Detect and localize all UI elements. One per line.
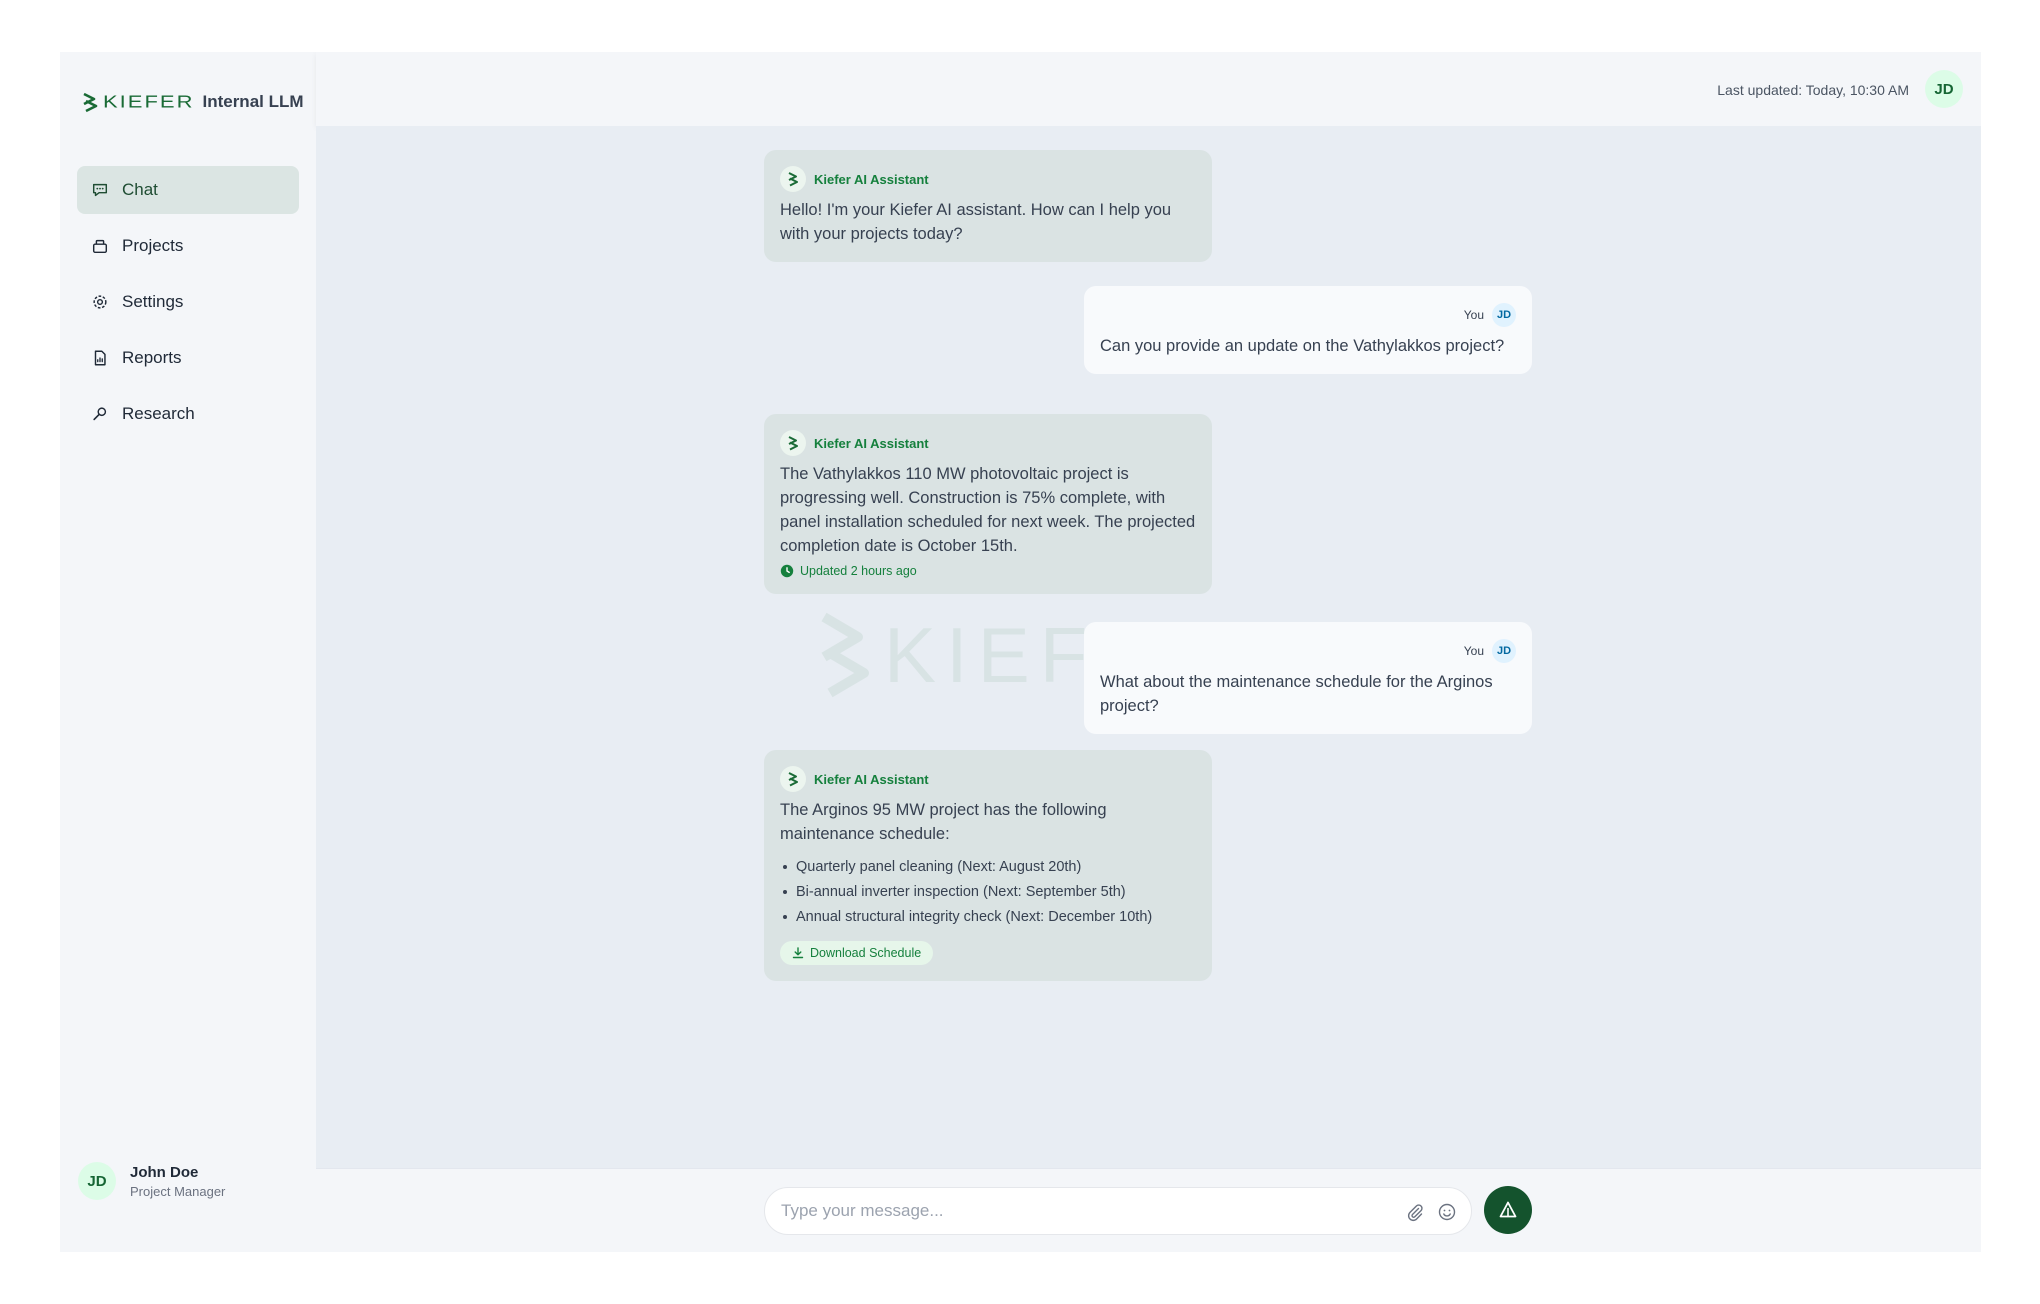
avatar: JD (1492, 303, 1516, 327)
chat-area[interactable]: KIEFER Kiefer AI Assistant Hello! I'm yo… (316, 126, 1981, 1168)
sidebar-nav: Chat Projects Settings Reports Research (77, 166, 299, 446)
user-name: John Doe (130, 1163, 199, 1181)
gear-icon (90, 292, 110, 312)
kiefer-logo-icon (780, 430, 806, 456)
message-input[interactable] (781, 1188, 1381, 1234)
document-icon (90, 348, 110, 368)
download-label: Download Schedule (810, 946, 922, 960)
sender-name: Kiefer AI Assistant (814, 771, 929, 787)
sender-name: Kiefer AI Assistant (814, 171, 929, 187)
avatar: JD (1492, 639, 1516, 663)
user-role: Project Manager (130, 1183, 226, 1199)
top-header: Last updated: Today, 10:30 AM JD (316, 52, 1981, 126)
sender-name: Kiefer AI Assistant (814, 435, 929, 451)
message-text: The Vathylakkos 110 MW photovoltaic proj… (780, 465, 1196, 555)
kiefer-logo-icon (83, 92, 98, 113)
download-icon (792, 947, 804, 959)
sidebar-item-projects[interactable]: Projects (77, 222, 299, 270)
message-header: You JD (1100, 302, 1516, 328)
composer-bar (316, 1168, 1981, 1252)
search-icon (90, 404, 110, 424)
message-input-wrapper (764, 1187, 1472, 1235)
last-updated-text: Last updated: Today, 10:30 AM (1717, 82, 1909, 98)
brand-logo[interactable]: KIEFER Internal LLM (81, 89, 304, 115)
message-meta: Updated 2 hours ago (780, 564, 1196, 578)
user-message: You JD Can you provide an update on the … (1084, 286, 1532, 374)
chat-icon (90, 180, 110, 200)
clock-icon (780, 564, 794, 578)
message-header: Kiefer AI Assistant (780, 166, 1196, 192)
ai-message: Kiefer AI Assistant The Vathylakkos 110 … (764, 414, 1212, 594)
sidebar-item-research[interactable]: Research (77, 390, 299, 438)
brand-wordmark: KIEFER (103, 91, 195, 112)
download-schedule-button[interactable]: Download Schedule (780, 941, 934, 965)
product-name: Internal LLM (202, 92, 304, 111)
sidebar-item-reports[interactable]: Reports (77, 334, 299, 382)
send-icon (1499, 1201, 1517, 1218)
message-header: You JD (1100, 638, 1516, 664)
sender-name: You (1463, 308, 1484, 322)
user-profile[interactable]: JD John Doe Project Manager (78, 1162, 225, 1200)
sender-name: You (1463, 644, 1484, 658)
message-text: Hello! I'm your Kiefer AI assistant. How… (780, 201, 1172, 243)
message-header: Kiefer AI Assistant (780, 430, 1196, 456)
schedule-list: Quarterly panel cleaning (Next: August 2… (780, 854, 1196, 929)
paperclip-icon[interactable] (1405, 1202, 1425, 1222)
list-item: Bi-annual inverter inspection (Next: Sep… (780, 879, 1196, 904)
emoji-icon[interactable] (1437, 1202, 1457, 1222)
sidebar-item-label: Settings (122, 292, 184, 311)
avatar: JD (78, 1162, 116, 1200)
sidebar-item-label: Projects (122, 236, 184, 255)
sidebar-item-label: Research (122, 404, 195, 423)
header-avatar[interactable]: JD (1925, 70, 1963, 108)
list-item: Annual structural integrity check (Next:… (780, 904, 1196, 929)
sidebar-item-settings[interactable]: Settings (77, 278, 299, 326)
send-button[interactable] (1484, 1186, 1532, 1234)
user-message: You JD What about the maintenance schedu… (1084, 622, 1532, 734)
kiefer-logo-icon (780, 766, 806, 792)
app-window: KIEFER Internal LLM Chat Projects Settin… (60, 52, 1981, 1252)
message-text: What about the maintenance schedule for … (1100, 673, 1493, 715)
sidebar-item-label: Reports (122, 348, 182, 367)
list-item: Quarterly panel cleaning (Next: August 2… (780, 854, 1196, 879)
message-text: Can you provide an update on the Vathyla… (1100, 337, 1505, 355)
sidebar: KIEFER Internal LLM Chat Projects Settin… (60, 52, 316, 1252)
sidebar-item-chat[interactable]: Chat (77, 166, 299, 214)
ai-message: Kiefer AI Assistant The Arginos 95 MW pr… (764, 750, 1212, 981)
user-meta: John Doe Project Manager (130, 1164, 225, 1199)
sidebar-item-label: Chat (122, 180, 158, 199)
kiefer-logo-icon (821, 612, 869, 697)
kiefer-logo-icon (780, 166, 806, 192)
ai-message: Kiefer AI Assistant Hello! I'm your Kief… (764, 150, 1212, 262)
message-text: The Arginos 95 MW project has the follow… (780, 801, 1107, 843)
updated-time: Updated 2 hours ago (800, 564, 917, 578)
folder-icon (90, 236, 110, 256)
message-header: Kiefer AI Assistant (780, 766, 1196, 792)
